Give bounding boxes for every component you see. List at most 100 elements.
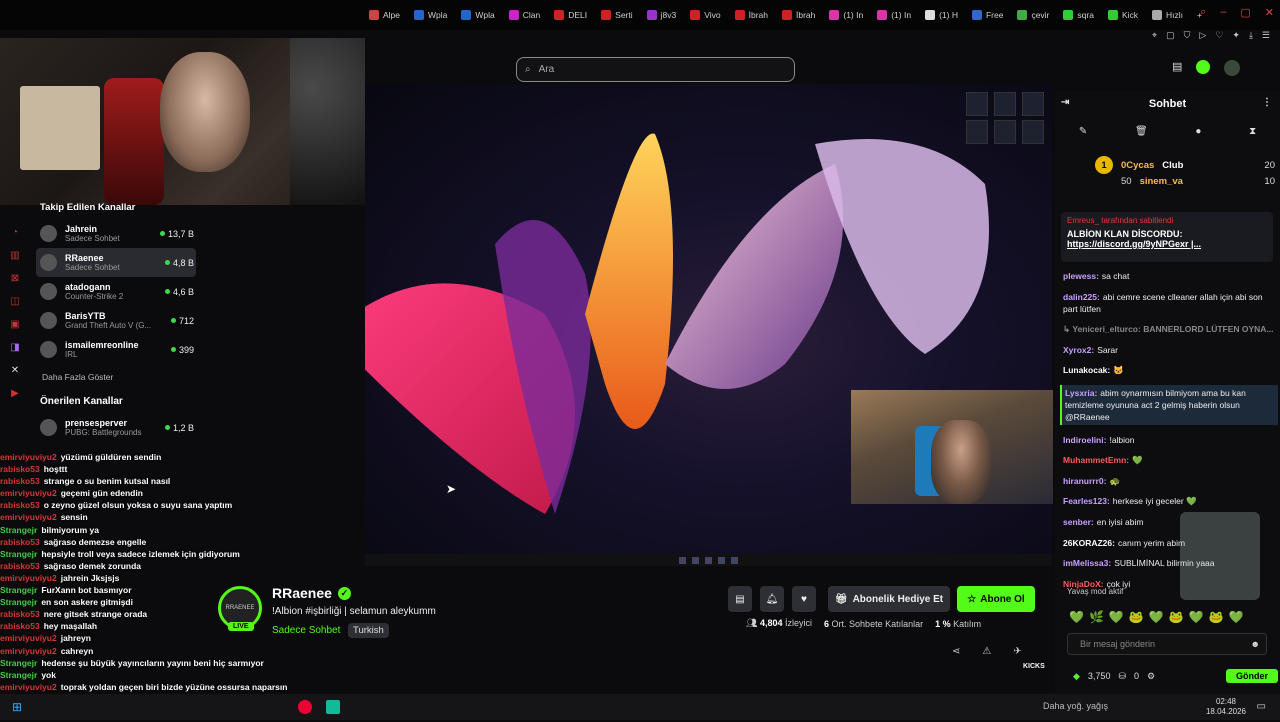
sidebar-channel-barisytb[interactable]: BarisYTB Grand Theft Auto V (G... 712 bbox=[36, 306, 196, 335]
pin-tool-icon[interactable]: ✎ bbox=[1079, 126, 1087, 137]
chat-username[interactable]: Lunakocak: bbox=[1063, 365, 1110, 375]
browser-tab[interactable]: İbrah bbox=[728, 0, 775, 30]
chat-username[interactable]: hiranurrr0: bbox=[1063, 476, 1106, 486]
leader-name[interactable]: 0Cycas bbox=[1121, 160, 1154, 171]
extensions-icon[interactable]: ✦ bbox=[1232, 30, 1240, 44]
browser-tab[interactable]: Wpla bbox=[454, 0, 501, 30]
download-icon[interactable]: ⤓ bbox=[1249, 30, 1253, 44]
hourglass-icon[interactable]: ⧗ bbox=[1249, 126, 1256, 137]
chat-username[interactable]: Lysxria: bbox=[1065, 388, 1097, 398]
maximize-icon[interactable]: ▢ bbox=[1240, 6, 1250, 19]
share-icon[interactable]: ⋖ bbox=[952, 646, 960, 657]
pinned-message[interactable]: Emreus_ tarafından sabitlendi ALBİON KLA… bbox=[1061, 212, 1273, 262]
minimize-icon[interactable]: – bbox=[1220, 6, 1226, 19]
steam-icon[interactable] bbox=[326, 700, 341, 714]
follow-button[interactable]: ♥ bbox=[792, 586, 816, 612]
notification-icon[interactable]: ▭ bbox=[1257, 701, 1266, 712]
nav-twitch-icon[interactable]: ◨ bbox=[10, 342, 19, 353]
browser-tab[interactable]: çevir bbox=[1010, 0, 1056, 30]
browser-tab[interactable]: (1) In bbox=[870, 0, 918, 30]
chat-username[interactable]: Indiroelini: bbox=[1063, 435, 1106, 445]
browser-tab[interactable]: Kick bbox=[1101, 0, 1145, 30]
nav-following-icon[interactable]: ⊠ bbox=[11, 273, 19, 284]
sidebar-channel-atadogann[interactable]: atadogann Counter-Strike 2 4,6 B bbox=[36, 277, 196, 306]
chat-more-icon[interactable]: ⋮ bbox=[1262, 97, 1272, 108]
chat-username[interactable]: ↳ Yeniceri_elturco: BANNERLORD LÜTFEN OY… bbox=[1063, 324, 1274, 334]
chat-message[interactable]: ↳ Yeniceri_elturco: BANNERLORD LÜTFEN OY… bbox=[1063, 323, 1278, 335]
chat-message[interactable]: plewess: sa chat bbox=[1063, 270, 1278, 282]
show-more-link[interactable]: Daha Fazla Göster bbox=[42, 372, 196, 382]
chat-username[interactable]: dalin225: bbox=[1063, 292, 1100, 302]
pinned-link[interactable]: https://discord.gg/9yNPGexr |... bbox=[1067, 239, 1267, 249]
store-icon[interactable]: ▤ bbox=[1172, 60, 1182, 76]
channel-name[interactable]: RRaenee bbox=[272, 585, 332, 601]
raid-icon[interactable]: ✈ bbox=[1013, 646, 1021, 657]
chat-message[interactable]: Lunakocak: 🐱 bbox=[1063, 364, 1278, 376]
kick-icon[interactable] bbox=[1196, 60, 1211, 74]
pin-icon[interactable]: ⌖ bbox=[1152, 30, 1157, 44]
chat-username[interactable]: Fearles123: bbox=[1063, 496, 1110, 506]
nav-home-icon[interactable]: ◔ bbox=[12, 227, 18, 238]
chat-message[interactable]: dalin225: abi cemre scene clleaner allah … bbox=[1063, 291, 1278, 315]
chat-settings-icon[interactable]: ⚙ bbox=[1147, 671, 1155, 682]
chat-message[interactable]: Fearles123: herkese iyi geceler 💚 bbox=[1063, 495, 1278, 507]
browser-tab[interactable]: j8v3 bbox=[640, 0, 684, 30]
chat-username[interactable]: senber: bbox=[1063, 517, 1094, 527]
stream-category[interactable]: Sadece Sohbet bbox=[272, 625, 340, 636]
heart-icon[interactable]: ♡ bbox=[1215, 30, 1223, 44]
chat-message[interactable]: MuhammetEmn: 💚 bbox=[1063, 454, 1278, 466]
chat-message[interactable]: Lysxria: abim oynarmısın bilmiyom ama bu … bbox=[1060, 384, 1278, 425]
taskbar-app-icon[interactable] bbox=[298, 700, 313, 714]
chat-username[interactable]: 26KORAZ26: bbox=[1063, 538, 1115, 548]
chat-username[interactable]: Xyrox2: bbox=[1063, 345, 1094, 355]
send-button[interactable]: Gönder bbox=[1225, 669, 1278, 683]
nav-categories-icon[interactable]: ◫ bbox=[10, 296, 19, 307]
notification-button[interactable]: 🔔︎ bbox=[760, 586, 784, 612]
sidebar-channel-rraenee[interactable]: RRaenee Sadece Sohbet 4,8 B bbox=[36, 248, 196, 277]
play-icon[interactable]: ▷ bbox=[1199, 30, 1206, 44]
sidebar-channel-prensesperver[interactable]: prensesperver PUBG: Battlegrounds 1,2 B bbox=[36, 413, 196, 442]
browser-tab[interactable]: DELI bbox=[547, 0, 594, 30]
chat-message[interactable]: Xyrox2: Sarar bbox=[1063, 344, 1278, 356]
kicks-count[interactable]: 3,750 bbox=[1088, 671, 1111, 681]
emoji-icon[interactable]: ☻ bbox=[1251, 639, 1260, 649]
windows-start-icon[interactable]: ⊞ bbox=[12, 700, 22, 714]
chat-username[interactable]: MuhammetEmn: bbox=[1063, 455, 1129, 465]
nav-youtube-icon[interactable]: ▶ bbox=[11, 388, 19, 399]
sidebar-channel-ismailemreonline[interactable]: ismailemreonline IRL 399 bbox=[36, 335, 196, 364]
chat-bubble-icon[interactable]: ● bbox=[1195, 126, 1201, 137]
nav-clips-icon[interactable]: ▣ bbox=[10, 319, 19, 330]
chat-message[interactable]: hiranurrr0: 🐢 bbox=[1063, 475, 1278, 487]
gift-sub-button[interactable]: 🎁︎ Abonelik Hediye Et bbox=[828, 586, 950, 612]
menu-icon[interactable]: ☰ bbox=[1262, 30, 1270, 44]
browser-tab[interactable]: Vivo bbox=[683, 0, 727, 30]
browser-tab[interactable]: (1) H bbox=[918, 0, 965, 30]
chat-message[interactable]: Indiroelini: !albion bbox=[1063, 434, 1278, 446]
browser-tab[interactable]: (1) In bbox=[822, 0, 870, 30]
chat-username[interactable]: imMelissa3: bbox=[1063, 558, 1111, 568]
browser-tab[interactable]: Free bbox=[965, 0, 1010, 30]
clip-button[interactable]: ▤ bbox=[728, 586, 752, 612]
report-icon[interactable]: ⚠ bbox=[982, 646, 991, 657]
leader-name-2[interactable]: Club bbox=[1162, 160, 1183, 171]
taskbar-clock[interactable]: 02:48 18.04.2026 bbox=[1206, 697, 1246, 717]
delete-tool-icon[interactable]: 🗑︎ bbox=[1135, 126, 1148, 137]
sidebar-channel-jahrein[interactable]: Jahrein Sadece Sohbet 13,7 B bbox=[36, 219, 196, 248]
emote-bar[interactable]: 💚🌿💚🐸💚🐸💚🐸💚 bbox=[1069, 610, 1248, 624]
browser-tab[interactable]: Alpe bbox=[362, 0, 407, 30]
chat-username[interactable]: plewess: bbox=[1063, 271, 1099, 281]
shield-icon[interactable]: ⛉ bbox=[1184, 30, 1191, 44]
leader-name-3[interactable]: sinem_va bbox=[1140, 176, 1183, 187]
browser-tab[interactable]: İbrah bbox=[775, 0, 822, 30]
nav-browse-icon[interactable]: ▥ bbox=[10, 250, 19, 261]
subscribe-button[interactable]: ☆ Abone Ol bbox=[957, 586, 1035, 612]
search-input[interactable]: ⌕ Ara bbox=[516, 57, 795, 82]
collapse-chat-icon[interactable]: ⇥ bbox=[1061, 97, 1069, 108]
browser-tab[interactable]: sqra bbox=[1056, 0, 1101, 30]
stream-tag[interactable]: Turkish bbox=[348, 623, 389, 638]
search-tabs-icon[interactable]: ⌕ bbox=[1200, 6, 1206, 19]
browser-tab[interactable]: Hızlı bbox=[1145, 0, 1190, 30]
chat-input[interactable]: Bir mesaj gönderin ☻ bbox=[1067, 633, 1267, 655]
close-icon[interactable]: ✕ bbox=[1265, 6, 1274, 19]
avatar[interactable] bbox=[1224, 60, 1241, 76]
